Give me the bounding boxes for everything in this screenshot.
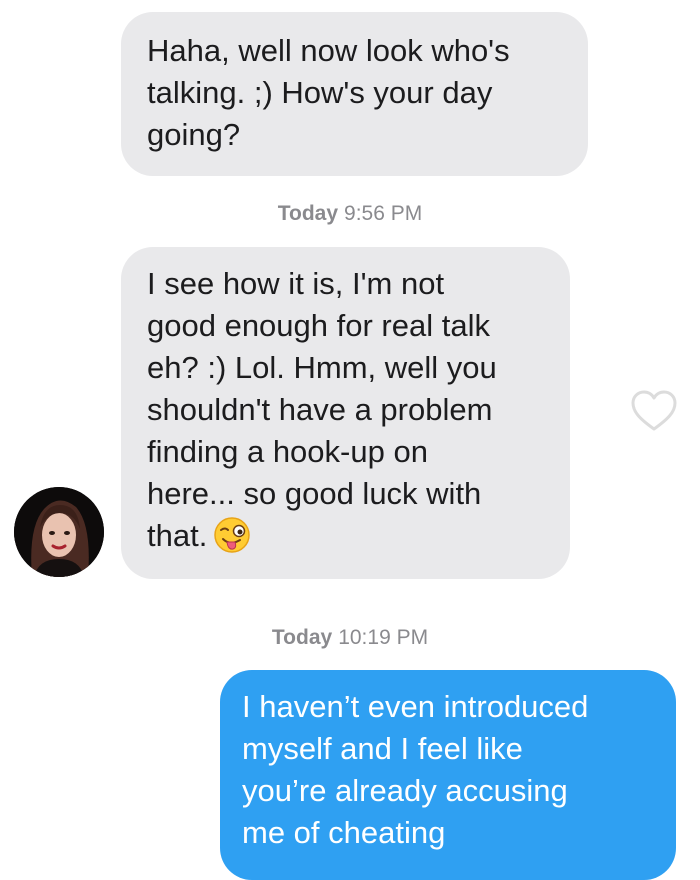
message-text-line: talking. ;) How's your day [147,75,493,110]
timestamp-time: 10:19 PM [338,626,429,649]
message-text-line: you’re already accusing [242,773,568,808]
timestamp-day: Today [277,202,339,225]
message-text-line: I see how it is, I'm not [147,266,445,301]
incoming-message-bubble[interactable]: Haha, well now look who's talking. ;) Ho… [121,12,588,176]
message-text-fragment: that. [147,518,208,553]
incoming-message-bubble[interactable]: I see how it is, I'm not good enough for… [121,247,570,579]
message-text-line: shouldn't have a problem [147,392,493,427]
message-text-line: eh? :) Lol. Hmm, well you [147,350,497,385]
message-text-line-last: that. [147,515,544,557]
outgoing-message-bubble[interactable]: I haven’t even introduced myself and I f… [220,670,676,880]
contact-avatar[interactable] [14,487,104,577]
heart-outline-icon[interactable] [630,389,678,433]
timestamp-day: Today [271,626,333,649]
message-text-line: Haha, well now look who's [147,33,510,68]
message-timestamp: Today 10:19 PM [0,626,700,650]
message-text-line: I haven’t even introduced [242,689,589,724]
timestamp-time: 9:56 PM [344,202,423,225]
winking-face-with-tongue-emoji-icon [214,517,251,553]
message-text-line: myself and I feel like [242,731,523,766]
message-text-line: going? [147,117,241,152]
message-text-line: good enough for real talk [147,308,490,343]
avatar-image [14,487,104,577]
message-timestamp: Today 9:56 PM [0,202,700,226]
message-text-line: me of cheating [242,815,446,850]
message-text-line: finding a hook-up on [147,434,428,469]
message-text-line: here... so good luck with [147,476,482,511]
